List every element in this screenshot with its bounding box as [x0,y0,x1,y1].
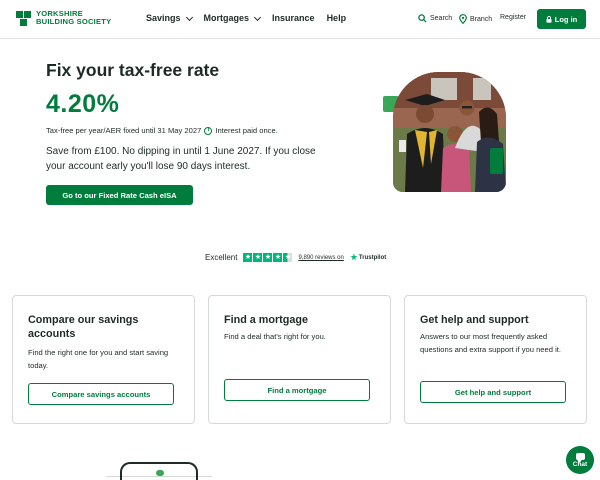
phone-illustration [120,462,198,480]
help-support-button[interactable]: Get help and support [420,381,566,403]
register-link[interactable]: Register [500,14,526,21]
trustpilot-reviews-link[interactable]: 9,890 reviews on [298,255,343,261]
chat-button[interactable]: Chat [566,446,594,474]
nav-item-label: Savings [146,13,181,23]
trustpilot-rating-word: Excellent [205,253,238,262]
search-icon [418,14,427,23]
star-icon: ★ [243,253,253,262]
branch-label: Branch [470,15,493,23]
login-label: Log in [554,14,578,24]
decorative-square [490,148,503,174]
search-link[interactable]: Search [418,14,452,23]
rate-value: 4.20% [46,90,120,118]
star-icon: ★ [263,253,273,262]
card-find-mortgage: Find a mortgage Find a deal that's right… [208,295,391,424]
rate-note-text: Tax-free per year/AER fixed until 31 May… [46,126,202,135]
chevron-down-icon [185,13,193,21]
location-pin-icon [459,14,467,24]
site-header: YORKSHIRE BUILDING SOCIETY Savings Mortg… [0,0,600,39]
nav-item-mortgages[interactable]: Mortgages [203,13,262,23]
star-icon: ★ [273,253,283,262]
half-star-icon: ★ [283,253,293,262]
card-help-support: Get help and support Answers to our most… [404,295,587,424]
piggy-bank-icon [156,470,164,476]
chevron-down-icon [253,13,262,21]
register-label: Register [500,14,527,21]
trustpilot-star-icon: ★ [349,252,358,262]
star-icon: ★ [253,253,263,262]
hero-image [383,70,521,194]
card-compare-savings: Compare our savings accounts Find the ri… [12,295,195,424]
search-label: Search [430,15,453,22]
trustpilot-logo: ★ Trustpilot [350,253,386,262]
logo-text: YORKSHIRE BUILDING SOCIETY [36,10,111,26]
logo-mark-icon [16,10,31,26]
lock-icon [546,15,552,23]
nav-item-help[interactable]: Help [327,13,347,23]
find-mortgage-button[interactable]: Find a mortgage [224,379,370,401]
nav-item-label: Insurance [272,13,315,23]
rate-note: Tax-free per year/AER fixed until 31 May… [46,126,278,135]
trustpilot-stars: ★ ★ ★ ★ ★ [243,253,293,262]
card-text: Answers to our most frequently asked que… [420,332,561,354]
chat-bubble-icon [575,452,585,460]
card-title: Find a mortgage [224,314,308,326]
fixed-rate-eisa-button[interactable]: Go to our Fixed Rate Cash eISA [46,185,193,205]
card-text: Find a deal that's right for you. [224,332,326,341]
login-button[interactable]: Log in [537,9,586,29]
main-nav: Savings Mortgages Insurance Help [146,13,346,23]
branch-link[interactable]: Branch [459,14,492,24]
nav-item-label: Help [326,13,347,23]
card-title: Compare our savings accounts [28,314,139,340]
trustpilot-widget[interactable]: Excellent ★ ★ ★ ★ ★ 9,890 reviews on ★ T… [205,253,386,262]
card-title: Get help and support [420,314,529,326]
hero-description: Save from £100. No dipping in until 1 Ju… [46,146,316,172]
compare-savings-button[interactable]: Compare savings accounts [28,383,174,405]
logo-line-2: BUILDING SOCIETY [36,17,112,26]
card-text: Find the right one for you and start sav… [28,348,169,370]
nav-item-insurance[interactable]: Insurance [272,13,315,23]
info-icon[interactable]: i [204,126,213,135]
nav-item-savings[interactable]: Savings [146,13,193,23]
logo[interactable]: YORKSHIRE BUILDING SOCIETY [16,10,111,26]
graduation-family-photo [393,72,506,192]
interest-note: Interest paid once. [215,126,278,135]
hero-title: Fix your tax-free rate [46,60,220,80]
trustpilot-brand: Trustpilot [358,254,387,261]
nav-item-label: Mortgages [203,13,250,23]
